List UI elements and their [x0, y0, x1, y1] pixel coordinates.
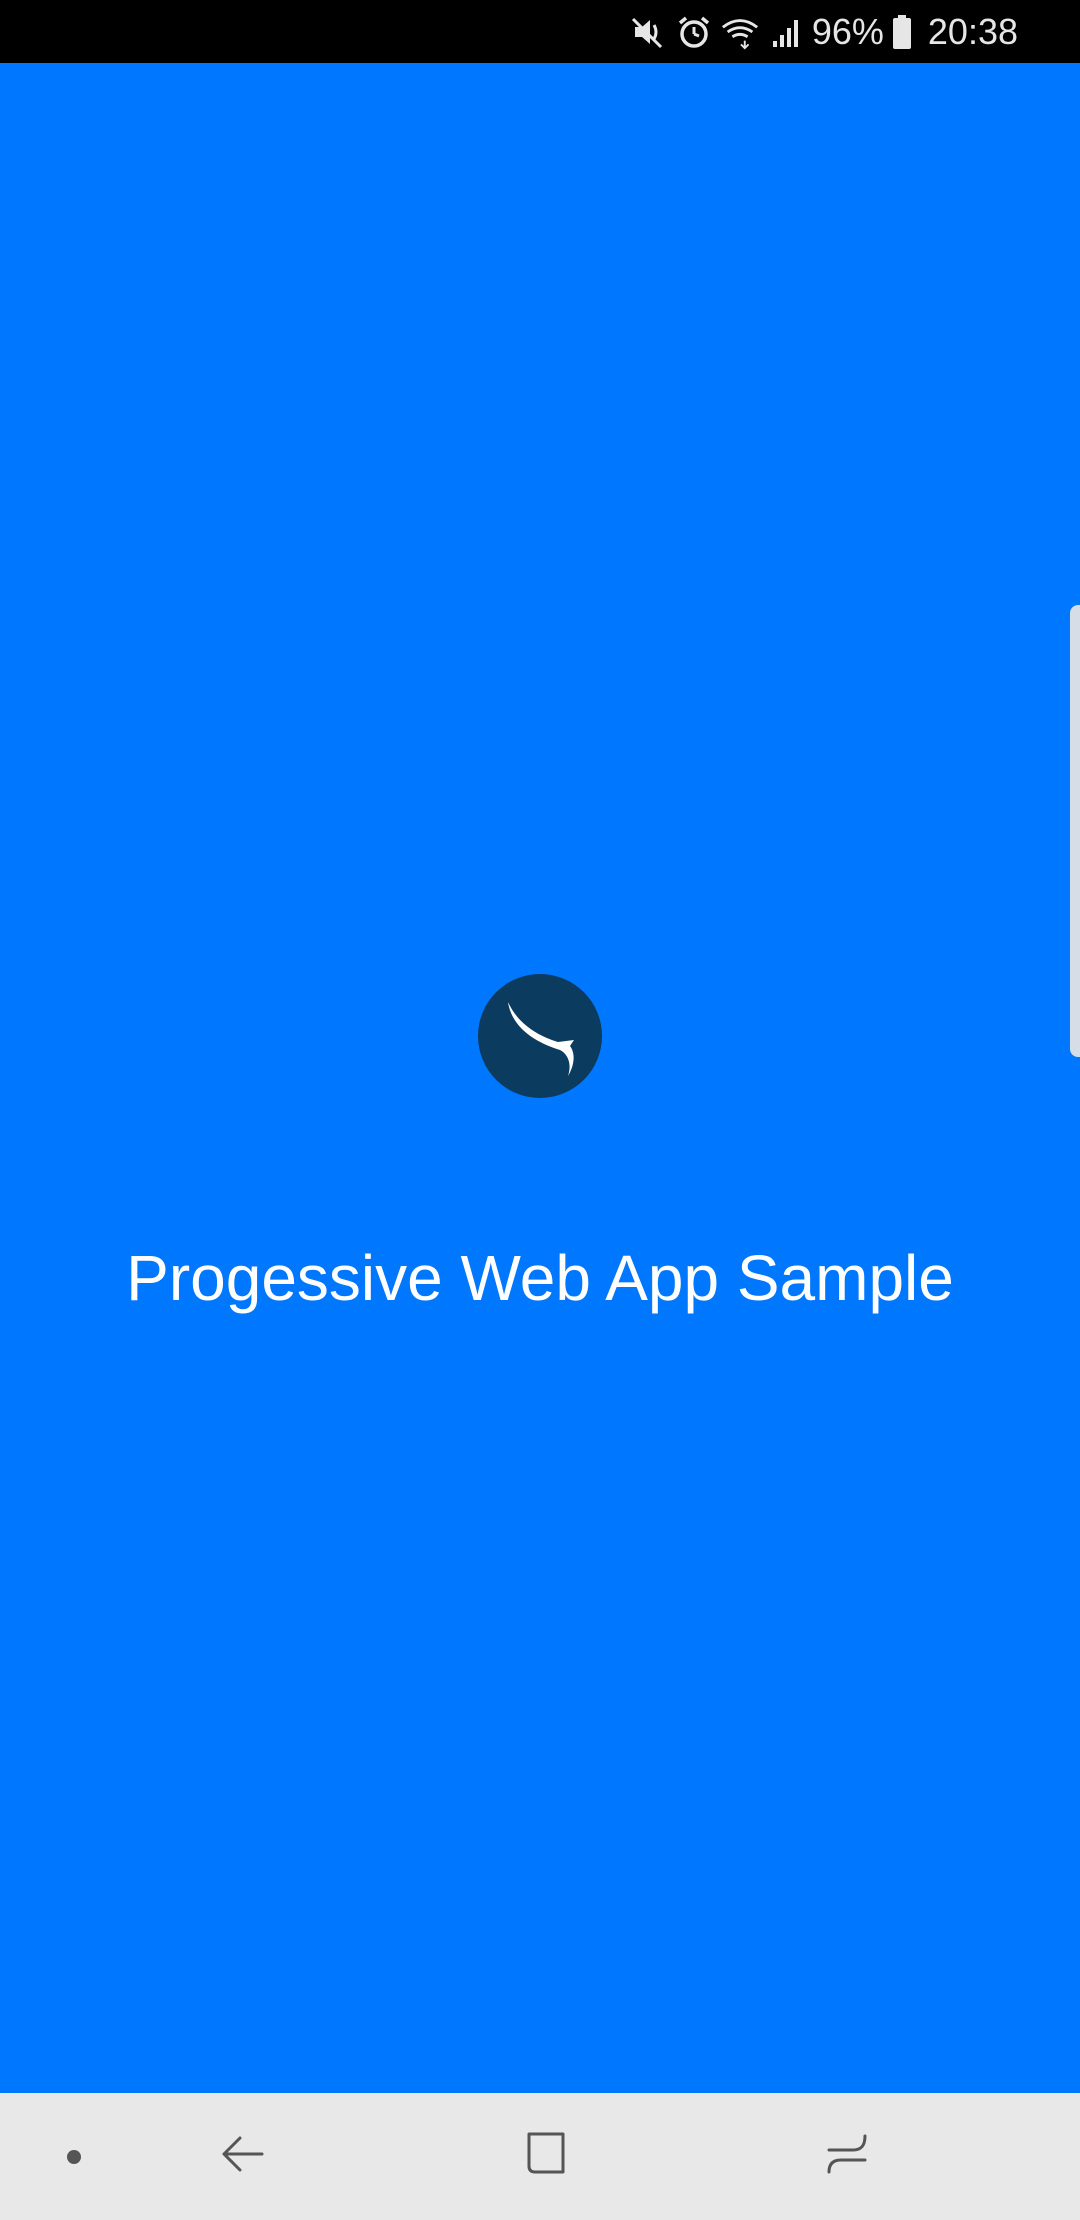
splash-screen: Progessive Web App Sample	[0, 63, 1080, 2093]
back-icon	[218, 2130, 266, 2183]
recents-icon	[823, 2130, 871, 2183]
back-button[interactable]	[200, 2093, 284, 2220]
screen: 96% 20:38 Progessive Web App Sample	[0, 0, 1080, 2220]
app-name: Progessive Web App Sample	[126, 1242, 954, 1314]
swoosh-logo-icon	[478, 974, 602, 1098]
home-button[interactable]	[503, 2093, 587, 2220]
signal-icon	[766, 12, 806, 52]
battery-percentage: 96%	[811, 11, 884, 52]
edge-panel-handle[interactable]	[1070, 605, 1080, 1057]
nav-dot-button[interactable]	[44, 2093, 104, 2220]
wifi-icon	[720, 12, 760, 52]
status-bar: 96% 20:38	[0, 0, 1080, 63]
mute-icon	[628, 12, 668, 52]
battery-icon	[890, 12, 914, 52]
alarm-icon	[674, 12, 714, 52]
dot-icon	[67, 2149, 81, 2164]
navigation-bar	[0, 2093, 1080, 2220]
status-icons: 96% 20:38	[628, 0, 1018, 63]
home-icon	[521, 2130, 569, 2183]
recents-button[interactable]	[805, 2093, 889, 2220]
status-clock: 20:38	[927, 11, 1018, 52]
